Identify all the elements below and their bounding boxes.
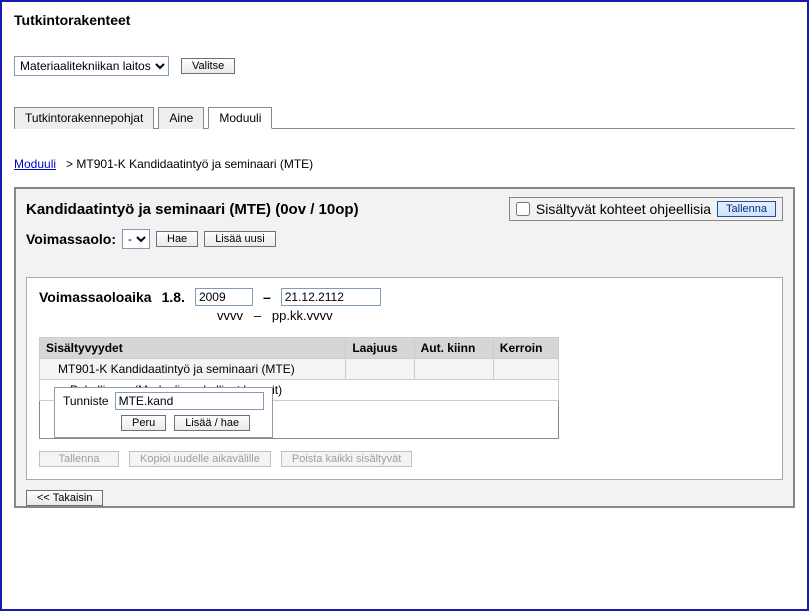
- choose-button[interactable]: Valitse: [181, 58, 235, 74]
- tunniste-label: Tunniste: [63, 394, 109, 408]
- tunniste-box: Tunniste Peru Lisää / hae: [54, 387, 273, 438]
- col-laajuus: Laajuus: [346, 338, 414, 359]
- breadcrumb-current: MT901-K Kandidaatintyö ja seminaari (MTE…: [76, 157, 313, 171]
- breadcrumb-sep: >: [66, 157, 73, 171]
- page-title: Tutkintorakenteet: [14, 12, 795, 28]
- delete-all-button: Poista kaikki sisältyvät: [281, 451, 412, 467]
- tab-bar: Tutkintorakennepohjat Aine Moduuli: [14, 106, 795, 129]
- hint-from: vvvv: [217, 308, 243, 323]
- back-button[interactable]: << Takaisin: [26, 490, 103, 506]
- table-row: Tunniste Peru Lisää / hae: [40, 401, 559, 439]
- col-kerroin: Kerroin: [493, 338, 558, 359]
- add-fetch-button[interactable]: Lisää / hae: [174, 415, 250, 431]
- sisaltyvat-checkbox[interactable]: [516, 202, 530, 216]
- period-panel: Voimassaoloaika 1.8. – vvvv – pp.kk.vvvv…: [26, 277, 783, 480]
- row1-name: MT901-K Kandidaatintyö ja seminaari (MTE…: [40, 359, 346, 380]
- from-prefix: 1.8.: [162, 289, 185, 305]
- save-button-header[interactable]: Tallenna: [717, 201, 776, 217]
- col-aut-kiinn: Aut. kiinn: [414, 338, 493, 359]
- breadcrumb: Moduuli > MT901-K Kandidaatintyö ja semi…: [14, 157, 795, 171]
- hint-dash: –: [254, 308, 261, 323]
- dash: –: [263, 289, 271, 305]
- hint-to: pp.kk.vvvv: [272, 308, 333, 323]
- department-select[interactable]: Materiaalitekniikan laitos: [14, 56, 169, 76]
- save-button: Tallenna: [39, 451, 119, 467]
- inclusions-table: Sisältyvyydet Laajuus Aut. kiinn Kerroin…: [39, 337, 559, 439]
- period-label: Voimassaoloaika: [39, 289, 152, 305]
- validity-select[interactable]: -: [122, 229, 150, 249]
- module-title: Kandidaatintyö ja seminaari (MTE) (0ov /…: [26, 201, 359, 218]
- to-date-input[interactable]: [281, 288, 381, 306]
- add-new-button[interactable]: Lisää uusi: [204, 231, 276, 247]
- table-row: MT901-K Kandidaatintyö ja seminaari (MTE…: [40, 359, 559, 380]
- module-panel: Kandidaatintyö ja seminaari (MTE) (0ov /…: [14, 187, 795, 508]
- sisaltyvat-label: Sisältyvät kohteet ohjeellisia: [536, 201, 711, 217]
- tab-aine[interactable]: Aine: [158, 107, 204, 129]
- validity-label: Voimassaolo:: [26, 231, 116, 247]
- tab-moduuli[interactable]: Moduuli: [208, 107, 272, 129]
- breadcrumb-link-moduuli[interactable]: Moduuli: [14, 157, 56, 171]
- cancel-button[interactable]: Peru: [121, 415, 166, 431]
- col-sisaltyvyydet: Sisältyvyydet: [40, 338, 346, 359]
- from-year-input[interactable]: [195, 288, 253, 306]
- copy-interval-button: Kopioi uudelle aikavälille: [129, 451, 271, 467]
- tunniste-input[interactable]: [115, 392, 264, 410]
- tab-tutkintorakennepohjat[interactable]: Tutkintorakennepohjat: [14, 107, 154, 129]
- hae-button[interactable]: Hae: [156, 231, 198, 247]
